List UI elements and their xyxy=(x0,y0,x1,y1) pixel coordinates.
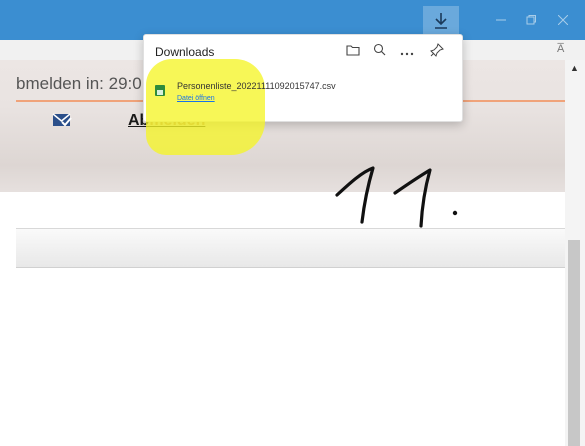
handwritten-stroke xyxy=(393,168,432,228)
handwritten-stroke xyxy=(335,166,375,224)
handwritten-annotation xyxy=(335,166,458,228)
handwritten-dot xyxy=(452,210,458,216)
